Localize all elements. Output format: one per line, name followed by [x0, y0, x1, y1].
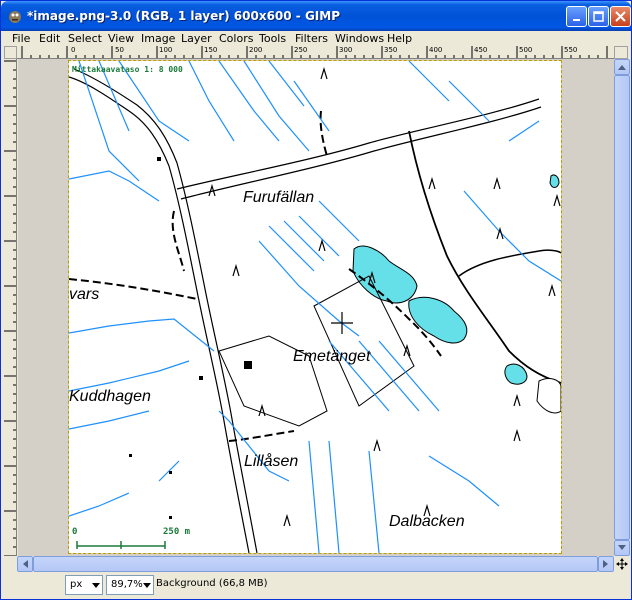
minimize-icon	[572, 18, 580, 21]
minimize-button[interactable]	[566, 6, 587, 27]
maximize-icon	[593, 11, 604, 22]
menu-layer[interactable]: Layer	[181, 32, 212, 45]
crosshair-marker	[331, 312, 353, 334]
status-bar: px 89,7% Background (66,8 MB)	[4, 572, 630, 598]
quick-mask-toggle[interactable]	[4, 46, 17, 59]
arrow-up-icon	[618, 65, 626, 70]
vertical-scroll-thumb[interactable]	[614, 75, 630, 540]
hruler-label: 100	[159, 46, 173, 54]
main-road-west	[69, 76, 250, 553]
menu-image[interactable]: Image	[141, 32, 175, 45]
pond-1	[504, 363, 528, 385]
vertical-ruler-ticks	[4, 60, 16, 556]
navigate-button[interactable]	[614, 46, 628, 59]
menu-colors[interactable]: Colors	[219, 32, 253, 45]
title-bar[interactable]: *image.png-3.0 (RGB, 1 layer) 600x600 - …	[1, 1, 631, 31]
streams	[69, 61, 561, 553]
menu-edit[interactable]: Edit	[39, 32, 60, 45]
scale-end-label: 250 m	[163, 527, 191, 537]
horizontal-scrollbar[interactable]	[17, 556, 614, 572]
road-ne-2	[180, 106, 542, 200]
horizontal-scroll-thumb[interactable]	[33, 556, 598, 572]
place-label-vars: vars	[69, 286, 100, 303]
road-ne-1	[176, 98, 540, 190]
lake-2	[408, 296, 468, 344]
menu-file[interactable]: File	[12, 32, 30, 45]
scale-bar	[76, 541, 166, 549]
place-label-emetanget: Emetänget	[293, 348, 371, 365]
place-label-kuddhagen: Kuddhagen	[69, 388, 151, 405]
scale-start-label: 0	[72, 527, 78, 537]
maximize-button[interactable]	[588, 6, 609, 27]
scroll-down-button[interactable]	[614, 540, 630, 556]
image-canvas[interactable]: Mittakaavataso 1: 8 000 0 250 m Furufäll…	[68, 60, 562, 554]
gimp-app-icon	[9, 11, 21, 23]
horizontal-ruler[interactable]: 0 50 100 150 200 250 300 350 400 450 500…	[17, 46, 614, 59]
menu-windows[interactable]: Windows	[335, 32, 384, 45]
hruler-label: 200	[249, 46, 263, 54]
navigate-corner-button[interactable]	[614, 556, 630, 572]
hruler-label: 450	[474, 46, 488, 54]
hruler-label: 0	[71, 46, 76, 54]
move-arrows-icon	[616, 558, 628, 570]
vertical-ruler[interactable]	[4, 59, 17, 556]
hruler-label: 150	[204, 46, 218, 54]
menu-filters[interactable]: Filters	[295, 32, 328, 45]
arrow-right-icon	[603, 560, 608, 568]
pond-2	[549, 174, 560, 188]
unit-select[interactable]: px	[65, 575, 103, 595]
gimp-image-window: *image.png-3.0 (RGB, 1 layer) 600x600 - …	[0, 0, 632, 600]
close-button[interactable]	[610, 6, 631, 27]
scroll-up-button[interactable]	[614, 59, 630, 75]
scroll-right-button[interactable]	[598, 556, 614, 572]
vertical-scrollbar[interactable]	[614, 59, 630, 556]
menu-view[interactable]: View	[108, 32, 134, 45]
place-label-dalbacken: Dalbacken	[389, 513, 465, 530]
place-label-lillasen: Lillåsen	[244, 453, 299, 470]
scroll-left-button[interactable]	[17, 556, 33, 572]
place-label-furufallan: Furufällan	[243, 189, 315, 206]
footpath-top	[319, 110, 328, 157]
hruler-label: 350	[384, 46, 398, 54]
layer-info-text: Background (66,8 MB)	[156, 578, 268, 589]
zoom-value: 89,7%	[111, 579, 143, 590]
main-road-east	[73, 68, 258, 553]
hruler-label: 300	[339, 46, 353, 54]
hruler-label: 500	[519, 46, 533, 54]
hruler-label: 50	[115, 46, 124, 54]
close-icon	[615, 11, 626, 22]
window-title: *image.png-3.0 (RGB, 1 layer) 600x600 - …	[27, 9, 341, 23]
unit-value: px	[70, 579, 83, 590]
arrow-left-icon	[23, 560, 28, 568]
hruler-label: 400	[429, 46, 443, 54]
small-structures	[129, 157, 252, 519]
hruler-label: 550	[564, 46, 578, 54]
lake-1	[352, 245, 418, 304]
rocky-area	[536, 378, 561, 414]
menu-select[interactable]: Select	[68, 32, 102, 45]
zoom-select[interactable]: 89,7%	[106, 575, 154, 595]
arrow-down-icon	[618, 545, 626, 550]
map-scale-title: Mittakaavataso 1: 8 000	[72, 65, 183, 74]
chevron-down-icon	[92, 582, 100, 591]
menu-bar: File Edit Select View Image Layer Colors…	[4, 31, 630, 47]
menu-help[interactable]: Help	[387, 32, 412, 45]
hruler-label: 250	[294, 46, 308, 54]
chevron-down-icon	[143, 582, 151, 591]
topographic-map	[69, 61, 561, 553]
menu-tools[interactable]: Tools	[259, 32, 286, 45]
